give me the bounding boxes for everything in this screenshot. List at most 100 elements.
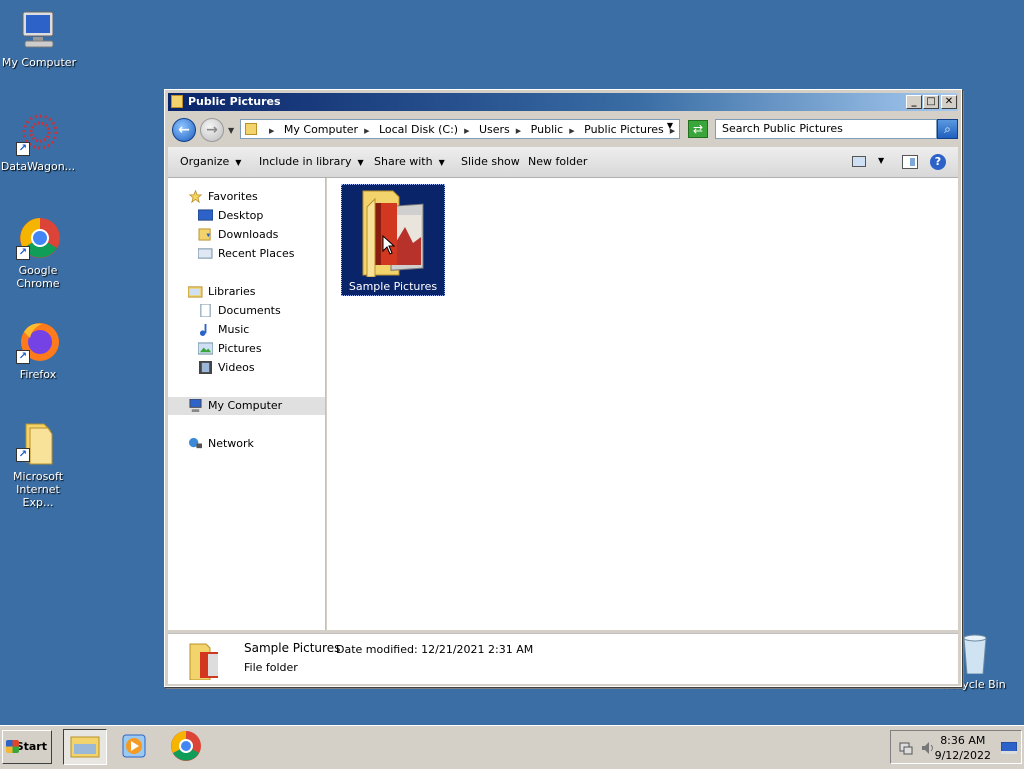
- network-status-icon[interactable]: [899, 741, 913, 755]
- forward-button[interactable]: →: [200, 118, 224, 142]
- chevron-down-icon: ▼: [438, 158, 445, 167]
- desktop-icon-label: My Computer: [1, 56, 77, 69]
- nav-pictures[interactable]: Pictures: [168, 340, 325, 358]
- desktop-icon-label: Firefox: [19, 368, 57, 381]
- desktop-icon: [198, 209, 213, 221]
- new-folder-button[interactable]: New folder: [528, 155, 587, 168]
- nav-music[interactable]: Music: [168, 321, 325, 339]
- breadcrumb-item[interactable]: My Computer: [284, 123, 358, 136]
- nav-desktop[interactable]: Desktop: [168, 207, 325, 225]
- title-bar[interactable]: Public Pictures _ □ ✕: [168, 93, 958, 111]
- explorer-window: Public Pictures _ □ ✕ ← → ▼ ▶ My Compute…: [164, 89, 962, 687]
- command-bar: Organize ▼ Include in library ▼ Share with…: [168, 147, 958, 178]
- shortcut-arrow-icon: ↗: [16, 142, 30, 156]
- breadcrumb-item[interactable]: Users: [479, 123, 510, 136]
- desktop-icon-label: Microsoft Internet Exp...: [12, 470, 64, 509]
- chrome-icon: ↗: [16, 216, 60, 260]
- details-name: Sample Pictures: [244, 641, 341, 655]
- refresh-button[interactable]: ⇄: [688, 120, 708, 138]
- minimize-button[interactable]: _: [906, 95, 922, 109]
- slide-show-button[interactable]: Slide show: [461, 155, 520, 168]
- details-date-modified: Date modified: 12/21/2021 2:31 AM: [336, 643, 534, 656]
- chevron-down-icon: ▼: [357, 158, 364, 167]
- change-view-icon[interactable]: [852, 156, 866, 167]
- explorer-folder-icon: [70, 736, 100, 758]
- nav-downloads[interactable]: Downloads: [168, 226, 325, 244]
- pictures-icon: [198, 342, 213, 355]
- breadcrumb-separator[interactable]: ▶: [516, 127, 521, 135]
- search-icon[interactable]: ⌕: [937, 119, 958, 139]
- shortcut-arrow-icon: ↗: [16, 448, 30, 462]
- organize-button[interactable]: Organize ▼: [180, 155, 241, 168]
- start-label: Start: [15, 740, 47, 753]
- desktop-icon-datawagon[interactable]: ↗ DataWagon...: [0, 112, 78, 173]
- nav-my-computer[interactable]: My Computer: [168, 397, 325, 415]
- nav-documents[interactable]: Documents: [168, 302, 325, 320]
- search-input[interactable]: Search Public Pictures: [715, 119, 937, 139]
- nav-network[interactable]: Network: [168, 435, 325, 453]
- libraries-icon: [188, 286, 203, 298]
- music-icon: [199, 323, 207, 336]
- chevron-down-icon: ▼: [235, 158, 242, 167]
- breadcrumb-item[interactable]: Public Pictures: [584, 123, 664, 136]
- nav-label: Favorites: [208, 190, 258, 203]
- file-list: Sample Pictures: [327, 178, 958, 630]
- close-button[interactable]: ✕: [941, 95, 957, 109]
- nav-label: Desktop: [218, 209, 264, 222]
- desktop-icon-ie[interactable]: ↗ Microsoft Internet Exp...: [0, 418, 78, 509]
- documents-icon: [200, 304, 211, 317]
- folder-icon: [245, 123, 257, 135]
- nav-label: Documents: [218, 304, 281, 317]
- recent-places-icon: [198, 248, 213, 259]
- desktop-icon-my-computer[interactable]: My Computer: [0, 8, 79, 69]
- address-bar-row: ← → ▼ ▶ My Computer ▶ Local Disk (C:) ▶ Us…: [168, 114, 958, 144]
- nav-recent-places[interactable]: Recent Places: [168, 245, 325, 263]
- address-dropdown[interactable]: ▼: [667, 121, 673, 130]
- breadcrumb: ▶ My Computer ▶ Local Disk (C:) ▶ Users ▶ P…: [263, 122, 681, 139]
- back-button[interactable]: ←: [172, 118, 196, 142]
- taskbar-explorer-button[interactable]: [63, 729, 107, 765]
- nav-libraries[interactable]: Libraries: [168, 283, 325, 301]
- preview-pane-button[interactable]: [902, 155, 918, 169]
- help-icon[interactable]: ?: [930, 154, 946, 170]
- address-field[interactable]: ▶ My Computer ▶ Local Disk (C:) ▶ Users ▶ P…: [240, 119, 680, 139]
- breadcrumb-separator[interactable]: ▶: [269, 127, 274, 135]
- taskbar-chrome-button[interactable]: [165, 729, 209, 765]
- desktop-icon-firefox[interactable]: ↗ Firefox: [0, 320, 78, 381]
- nav-favorites[interactable]: Favorites: [168, 188, 325, 206]
- computer-icon: [17, 8, 61, 52]
- recent-pages-dropdown[interactable]: ▼: [228, 126, 234, 135]
- share-with-button[interactable]: Share with ▼: [374, 155, 445, 168]
- details-pane: Sample Pictures Date modified: 12/21/202…: [168, 633, 958, 684]
- include-in-library-button[interactable]: Include in library ▼: [259, 155, 364, 168]
- breadcrumb-separator[interactable]: ▶: [364, 127, 369, 135]
- desktop-icon-chrome[interactable]: ↗ Google Chrome: [0, 216, 78, 290]
- folder-icon: [171, 95, 183, 108]
- nav-videos[interactable]: Videos: [168, 359, 325, 377]
- breadcrumb-item[interactable]: Public: [531, 123, 564, 136]
- desktop-icon-label: DataWagon...: [0, 160, 76, 173]
- taskbar: Start 8:36 AM 9/12/2022: [0, 725, 1024, 769]
- folder-item-label: Sample Pictures: [348, 280, 438, 293]
- nav-label: Videos: [218, 361, 255, 374]
- clock-time: 8:36 AM: [940, 734, 986, 747]
- maximize-button[interactable]: □: [923, 95, 939, 109]
- computer-icon: [189, 399, 202, 412]
- taskbar-media-player-button[interactable]: [114, 729, 158, 765]
- show-desktop-icon[interactable]: [1001, 742, 1017, 754]
- windows-logo-icon: [6, 740, 19, 753]
- slideshow-label: Slide show: [461, 155, 520, 168]
- network-icon: [189, 437, 202, 449]
- folder-thumbnail-icon: [189, 643, 218, 680]
- start-button[interactable]: Start: [2, 730, 52, 764]
- folder-item[interactable]: Sample Pictures: [341, 184, 445, 296]
- breadcrumb-separator[interactable]: ▶: [569, 127, 574, 135]
- breadcrumb-item[interactable]: Local Disk (C:): [379, 123, 458, 136]
- mouse-cursor-icon: [382, 235, 396, 255]
- breadcrumb-separator[interactable]: ▶: [464, 127, 469, 135]
- navigation-pane: Favorites Desktop Downloads Recent Place…: [168, 178, 326, 630]
- clock[interactable]: 8:36 AM 9/12/2022: [935, 733, 991, 763]
- downloads-folder-icon: [198, 228, 211, 241]
- clock-date: 9/12/2022: [934, 749, 991, 762]
- view-options-dropdown[interactable]: ▼: [878, 156, 884, 165]
